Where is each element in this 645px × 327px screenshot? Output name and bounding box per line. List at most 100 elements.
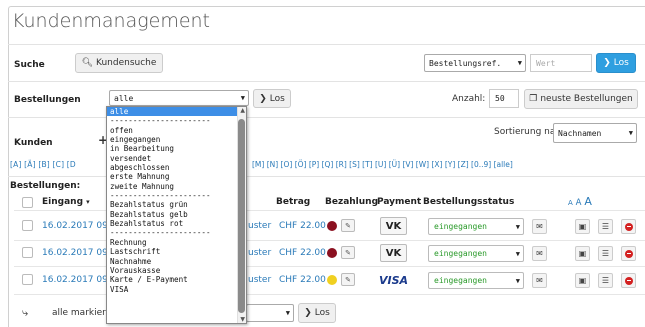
payment-status-dot (327, 275, 337, 285)
orders-filter-select[interactable]: alle ▼ (109, 90, 249, 106)
order-status-select[interactable]: eingegangen ▼ (428, 245, 524, 262)
col-amount-header: Betrag (276, 197, 311, 207)
order-amount[interactable]: CHF 22.00 (279, 221, 326, 231)
chevron-right-icon: ❯ (259, 93, 267, 104)
divider (8, 117, 645, 118)
row-checkbox[interactable] (22, 247, 33, 258)
letter-filter-continued[interactable]: [M] [N] [O] [Ö] [P] [Q] [R] [S] [T] [U] … (252, 160, 513, 169)
customer-name[interactable]: uster (248, 221, 271, 231)
payment-method: VK (380, 217, 407, 235)
sort-select[interactable]: Nachnamen ▼ (553, 123, 637, 143)
col-date-header[interactable]: Eingang ▾ (42, 197, 90, 207)
bulk-action-select[interactable]: ▼ (246, 304, 294, 322)
delete-icon[interactable] (621, 273, 636, 288)
dropdown-option[interactable]: Bezahlstatus gelb (107, 210, 246, 219)
payment-status-dot (327, 221, 337, 231)
count-label: Anzahl: (452, 94, 486, 104)
dropdown-separator: ---------------------- (110, 191, 211, 201)
dropdown-option[interactable]: Bezahlstatus grün (107, 200, 246, 209)
orders-label: Bestellungen (14, 95, 81, 105)
col-order-status-header: Bestellungsstatus (423, 197, 515, 207)
order-status-select[interactable]: eingegangen ▼ (428, 272, 524, 289)
font-medium-button[interactable]: A (576, 198, 582, 208)
letter-filter[interactable]: [A] [Ä] [B] [C] [D (10, 160, 76, 169)
newest-orders-button[interactable]: ❐ neuste Bestellungen (524, 89, 638, 109)
dropdown-list: alle ---------------------- offen eingegang… (107, 107, 246, 294)
count-input[interactable]: 50 (489, 89, 519, 108)
dropdown-option[interactable]: Rechnung (107, 238, 246, 247)
search-field-select[interactable]: Bestellungsref. ▼ (424, 54, 526, 72)
dropdown-separator: ---------------------- (110, 228, 211, 238)
list-icon[interactable]: ☰ (598, 219, 613, 234)
divider (8, 176, 645, 177)
dropdown-option[interactable]: Lastschrift (107, 247, 246, 256)
font-large-button[interactable]: A (584, 195, 592, 208)
divider (8, 44, 645, 45)
dropdown-option[interactable]: Vorauskasse (107, 266, 246, 275)
dropdown-option[interactable]: in Bearbeitung (107, 144, 246, 153)
chevron-down-icon: ▼ (517, 59, 522, 67)
dropdown-option[interactable]: Bezahlstatus rot (107, 219, 246, 228)
customer-search-button[interactable]: 🔍︎ Kundensuche (75, 53, 163, 73)
dropdown-scrollbar-thumb[interactable] (238, 119, 245, 313)
corner-arrow-icon: ⤷ (22, 306, 29, 319)
edit-icon[interactable]: ✎ (341, 219, 355, 232)
delete-icon[interactable] (621, 246, 636, 261)
chevron-right-icon: ❯ (603, 58, 611, 68)
chevron-down-icon: ▼ (240, 94, 245, 102)
scroll-up-icon[interactable]: ▲ (240, 107, 245, 114)
dropdown-option[interactable]: Karte / E-Payment (107, 275, 246, 284)
copy-icon: ❐ (529, 94, 538, 104)
dropdown-option[interactable]: abgeschlossen (107, 163, 246, 172)
list-icon[interactable]: ☰ (598, 246, 613, 261)
chevron-down-icon: ▼ (628, 129, 633, 137)
row-checkbox[interactable] (22, 274, 33, 285)
scroll-down-icon[interactable]: ▼ (240, 316, 245, 323)
pdf-icon[interactable]: ▣ (575, 246, 590, 261)
bulk-go-button[interactable]: ❯ Los (298, 303, 336, 323)
col-payment-status-header: Bezahlung (325, 197, 379, 207)
dropdown-option[interactable]: offen (107, 126, 246, 135)
chevron-down-icon: ▼ (515, 276, 520, 285)
mark-all-label: alle markier (52, 308, 106, 318)
payment-method: VK (380, 244, 407, 262)
row-checkbox[interactable] (22, 220, 33, 231)
visa-icon: VISA (378, 273, 409, 287)
pdf-icon[interactable]: ▣ (575, 273, 590, 288)
search-value-input[interactable]: Wert (530, 54, 592, 72)
edit-icon[interactable]: ✎ (341, 273, 355, 286)
dropdown-option[interactable]: VISA (107, 285, 246, 294)
font-size-controls: A A A (568, 195, 592, 208)
order-amount[interactable]: CHF 22.00 (279, 248, 326, 258)
chevron-down-icon: ▼ (285, 309, 290, 317)
edit-icon[interactable]: ✎ (341, 246, 355, 259)
orders-go-button[interactable]: ❯ Los (253, 89, 291, 108)
chevron-down-icon: ▼ (515, 222, 520, 231)
sort-caret-icon: ▾ (86, 198, 90, 206)
dropdown-option[interactable]: versendet (107, 154, 246, 163)
email-icon[interactable]: ✉ (532, 273, 547, 288)
order-amount[interactable]: CHF 22.00 (279, 275, 326, 285)
customer-name[interactable]: uster (248, 248, 271, 258)
orders-section-label: Bestellungen: (10, 181, 81, 191)
dropdown-option[interactable]: alle (107, 107, 246, 117)
divider (8, 81, 645, 82)
delete-icon[interactable] (621, 219, 636, 234)
search-go-button[interactable]: ❯ Los (596, 53, 636, 73)
email-icon[interactable]: ✉ (532, 246, 547, 261)
dropdown-option[interactable]: Nachnahme (107, 257, 246, 266)
dropdown-option[interactable]: zweite Mahnung (107, 182, 246, 191)
page-title: Kundenmanagement (12, 10, 211, 32)
list-icon[interactable]: ☰ (598, 273, 613, 288)
payment-status-dot (327, 248, 337, 258)
font-small-button[interactable]: A (568, 199, 573, 207)
order-status-select[interactable]: eingegangen ▼ (428, 218, 524, 235)
email-icon[interactable]: ✉ (532, 219, 547, 234)
dropdown-option[interactable]: erste Mahnung (107, 172, 246, 181)
pdf-icon[interactable]: ▣ (575, 219, 590, 234)
customer-name[interactable]: uster (248, 275, 271, 285)
chevron-down-icon: ▼ (515, 249, 520, 258)
orders-filter-dropdown[interactable]: alle ---------------------- offen eingegang… (106, 106, 247, 324)
select-all-checkbox[interactable] (22, 197, 33, 208)
dropdown-option[interactable]: eingegangen (107, 135, 246, 144)
